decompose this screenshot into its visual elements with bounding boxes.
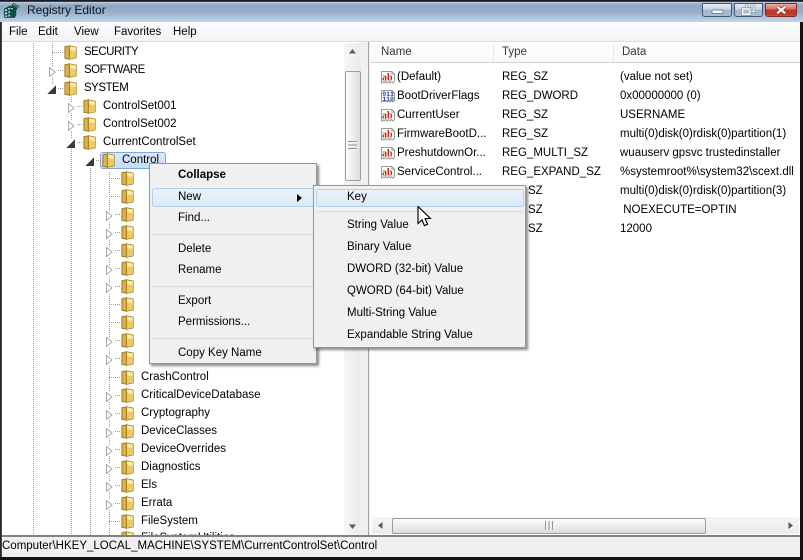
svg-text:ab: ab: [382, 73, 393, 84]
svg-text:ab: ab: [382, 130, 393, 141]
svg-text:ab: ab: [382, 111, 393, 122]
svg-text:110: 110: [382, 96, 394, 103]
svg-text:ab: ab: [382, 168, 393, 179]
svg-text:ab: ab: [382, 149, 393, 160]
